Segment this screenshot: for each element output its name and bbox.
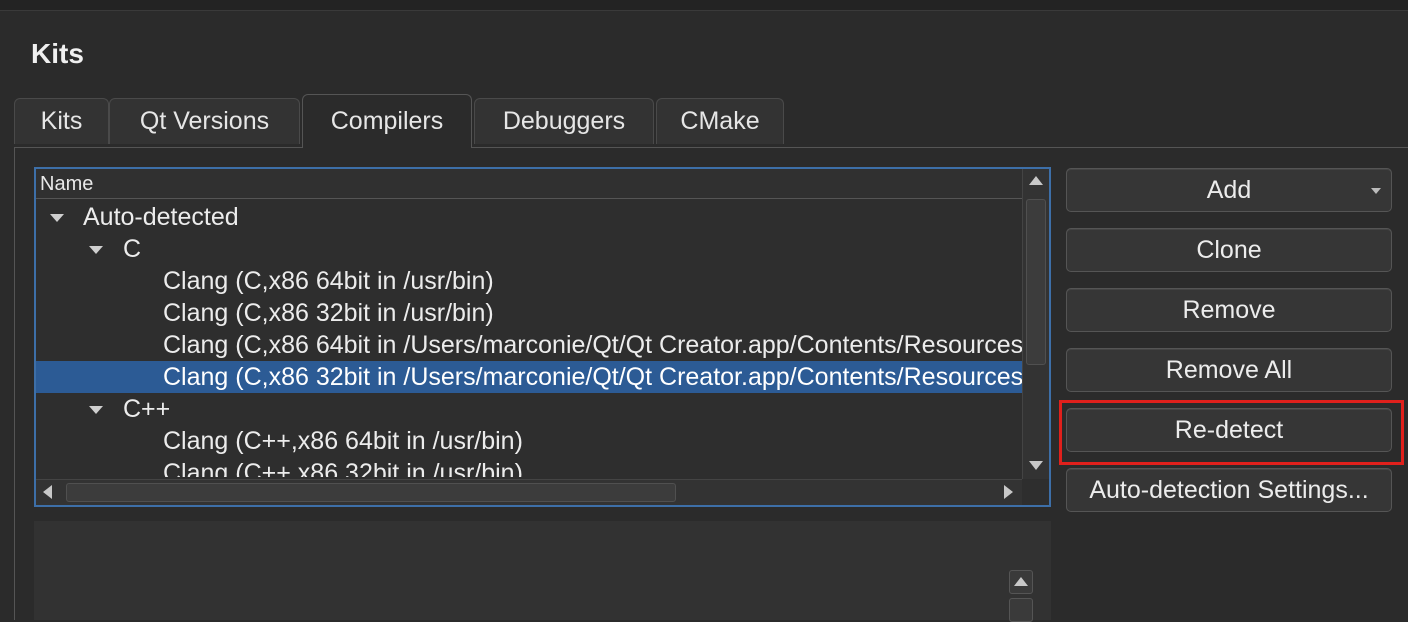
tab-debuggers[interactable]: Debuggers: [474, 98, 654, 144]
redetect-highlight-box: [1059, 400, 1404, 465]
scroll-down-icon[interactable]: [1029, 461, 1043, 470]
expand-arrow-icon[interactable]: [89, 246, 103, 254]
vertical-scrollbar[interactable]: [1022, 169, 1049, 479]
expand-arrow-icon[interactable]: [50, 214, 64, 222]
window-top-bar: [0, 0, 1408, 11]
auto-detection-settings-button[interactable]: Auto-detection Settings...: [1066, 468, 1392, 512]
tab-kits[interactable]: Kits: [14, 98, 109, 144]
tree-row-cpp[interactable]: C++: [36, 393, 1022, 425]
tree-row-label: C: [123, 235, 142, 263]
clone-button-label: Clone: [1196, 235, 1262, 264]
remove-all-button[interactable]: Remove All: [1066, 348, 1392, 392]
remove-all-button-label: Remove All: [1165, 355, 1293, 384]
add-button[interactable]: Add: [1066, 168, 1392, 212]
horizontal-scrollbar[interactable]: [36, 479, 1049, 505]
clone-button[interactable]: Clone: [1066, 228, 1392, 272]
tree-row-label: C++: [123, 395, 171, 423]
tree-row-label: Clang (C++,x86 64bit in /usr/bin): [163, 427, 523, 455]
tab-qt-versions[interactable]: Qt Versions: [109, 98, 300, 144]
tree-row-label: Clang (C,x86 32bit in /Users/marconie/Qt…: [163, 363, 1022, 391]
tree-row-compiler[interactable]: Clang (C,x86 64bit in /usr/bin): [36, 265, 1022, 297]
tree-row-label: Clang (C++,x86 32bit in /usr/bin): [163, 459, 523, 477]
scroll-up-icon[interactable]: [1029, 176, 1043, 185]
tab-compilers[interactable]: Compilers: [302, 94, 472, 148]
details-scroll-track[interactable]: [1009, 598, 1033, 622]
remove-button[interactable]: Remove: [1066, 288, 1392, 332]
expand-arrow-icon[interactable]: [89, 406, 103, 414]
scroll-up-icon: [1014, 577, 1028, 586]
tab-cmake[interactable]: CMake: [656, 98, 784, 144]
auto-detection-settings-label: Auto-detection Settings...: [1089, 475, 1369, 504]
horizontal-scroll-thumb[interactable]: [66, 483, 676, 502]
remove-button-label: Remove: [1182, 295, 1276, 324]
tree-row-compiler[interactable]: Clang (C,x86 32bit in /usr/bin): [36, 297, 1022, 329]
page-title: Kits: [31, 38, 84, 69]
compiler-details-panel: [34, 521, 1051, 620]
tree-row-compiler-selected[interactable]: Clang (C,x86 32bit in /Users/marconie/Qt…: [36, 361, 1022, 393]
scroll-corner: [1022, 479, 1049, 505]
details-scrollbar[interactable]: [1009, 570, 1035, 622]
tree-rows: Auto-detected C Clang (C,x86 64bit in /u…: [36, 201, 1022, 477]
tree-row-label: Clang (C,x86 32bit in /usr/bin): [163, 299, 494, 327]
details-scroll-up-button[interactable]: [1009, 570, 1033, 594]
tree-row-label: Auto-detected: [83, 203, 239, 231]
chevron-down-icon: [1371, 188, 1381, 194]
scroll-right-icon[interactable]: [1004, 485, 1013, 499]
scroll-left-icon[interactable]: [43, 485, 52, 499]
tree-row-compiler[interactable]: Clang (C,x86 64bit in /Users/marconie/Qt…: [36, 329, 1022, 361]
tree-row-c[interactable]: C: [36, 233, 1022, 265]
add-button-label: Add: [1206, 175, 1252, 204]
compilers-tree[interactable]: Name Auto-detected C Clang (C,x86 64bit …: [34, 167, 1051, 507]
vertical-scroll-thumb[interactable]: [1026, 199, 1046, 365]
tree-header-name[interactable]: Name: [36, 169, 1022, 199]
tree-row-label: Clang (C,x86 64bit in /usr/bin): [163, 267, 494, 295]
tree-row-label: Clang (C,x86 64bit in /Users/marconie/Qt…: [163, 331, 1022, 359]
tree-row-auto-detected[interactable]: Auto-detected: [36, 201, 1022, 233]
tree-row-compiler[interactable]: Clang (C++,x86 64bit in /usr/bin): [36, 425, 1022, 457]
tree-row-compiler[interactable]: Clang (C++,x86 32bit in /usr/bin): [36, 457, 1022, 477]
